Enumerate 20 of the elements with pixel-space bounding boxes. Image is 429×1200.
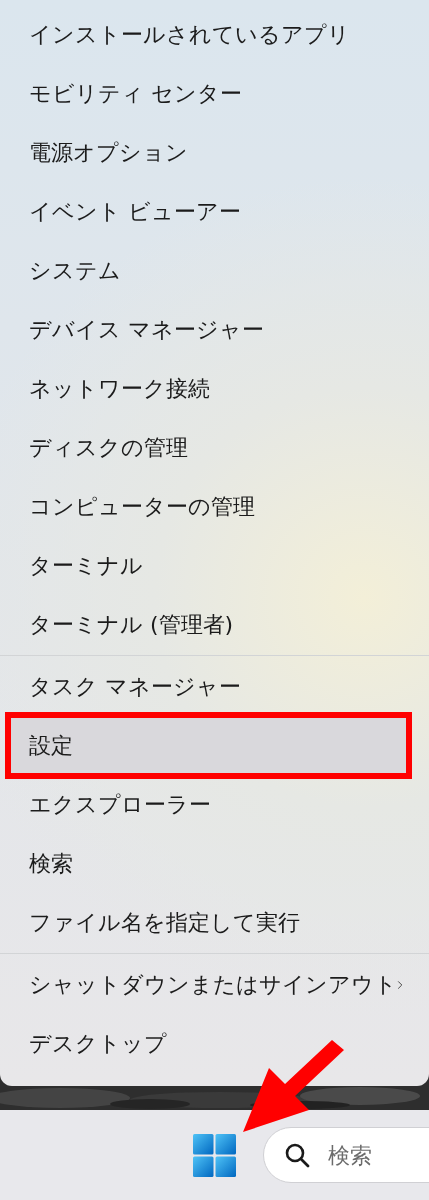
menu-item[interactable]: ターミナル — [0, 536, 429, 595]
menu-item[interactable]: デスクトップ — [0, 1014, 429, 1073]
menu-item[interactable]: モビリティ センター — [0, 64, 429, 123]
menu-item[interactable]: コンピューターの管理 — [0, 477, 429, 536]
menu-item[interactable]: イベント ビューアー — [0, 182, 429, 241]
windows-logo-icon[interactable] — [193, 1133, 236, 1177]
menu-item[interactable]: 電源オプション — [0, 123, 429, 182]
menu-item[interactable]: ネットワーク接続 — [0, 359, 429, 418]
menu-item[interactable]: システム — [0, 241, 429, 300]
menu-item[interactable]: 設定 — [5, 712, 412, 779]
menu-item[interactable]: デバイス マネージャー — [0, 300, 429, 359]
menu-item[interactable]: シャットダウンまたはサインアウト — [0, 955, 429, 1014]
menu-item[interactable]: ファイル名を指定して実行 — [0, 893, 429, 952]
search-icon — [284, 1142, 310, 1168]
menu-item[interactable]: ターミナル (管理者) — [0, 595, 429, 654]
search-field[interactable]: 検索 — [263, 1127, 429, 1183]
menu-item[interactable]: ディスクの管理 — [0, 418, 429, 477]
menu-item[interactable]: 検索 — [0, 834, 429, 893]
search-placeholder: 検索 — [328, 1141, 372, 1170]
menu-item[interactable]: インストールされているアプリ — [0, 5, 429, 64]
